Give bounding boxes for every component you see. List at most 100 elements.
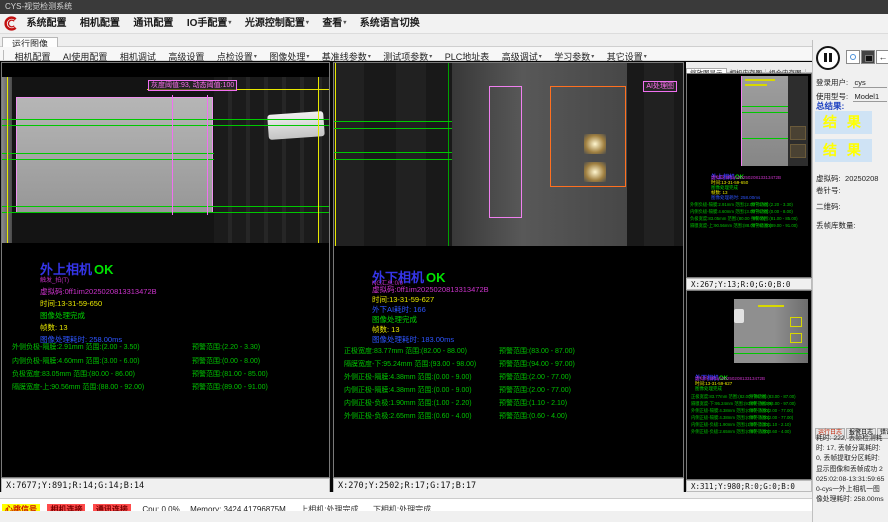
menu-comm-config[interactable]: 通讯配置	[133, 14, 173, 33]
bottom-strip	[0, 511, 812, 522]
capture-time: 时间:13-31-59-650	[40, 298, 102, 309]
app-window: CYS-视觉检测系统 系统配置 相机配置 通讯配置 IO手配置▾ 光源控制配置▾…	[0, 0, 888, 522]
chevron-down-icon: ▾	[306, 54, 309, 60]
chevron-down-icon: ▾	[644, 54, 647, 60]
overlay-pink-vline	[207, 95, 208, 215]
warn-range: 预警范围:(2.20 - 3.30)	[192, 342, 260, 352]
model-value[interactable]: Model1	[853, 92, 887, 102]
chevron-down-icon: ▾	[228, 20, 231, 26]
overlay-green-hline	[2, 125, 329, 126]
measurement: 内侧负极-隔膜:4.60mm 范围:(3.00 - 6.00)	[12, 356, 140, 366]
chevron-down-icon: ▾	[368, 54, 371, 60]
measurement: 外侧正极-隔膜:4.38mm 范围:(0.00 - 9.00)	[344, 372, 472, 382]
mini-texture-blob	[790, 144, 806, 158]
exit-button[interactable]: ←	[876, 50, 888, 64]
camera2-image[interactable]: AI处理图	[334, 63, 683, 246]
elapsed-time: 图像处理耗时: 183.00ms	[372, 334, 454, 345]
log-text[interactable]: 耗时: 222, 丢帧检测耗时: 17, 丢帧分离耗时: 0, 丢帧提取分区耗时…	[816, 434, 886, 505]
mini-warn-range: 预警范围:(2.20 - 3.30)	[751, 202, 793, 208]
measurement: 内侧正极-隔膜:4.38mm 范围:(0.00 - 9.00)	[344, 385, 472, 395]
overlay-green-vline	[448, 63, 449, 246]
camera1-view-panel[interactable]: 灰度阈值:93, 动态阈值:100 外上相机OK 触发_拍(T) 虚拟码:0ff…	[1, 62, 330, 478]
measurement: 正极宽度:83.77mm 范围:(82.00 - 88.00)	[344, 346, 467, 356]
mini-warn-range: 预警范围:(89.00 - 91.00)	[751, 223, 798, 229]
app-logo-icon	[3, 16, 18, 31]
camera2-view-panel[interactable]: AI处理图 外下相机OK NG汇总:0/0 虚拟码:0ff1im20250208…	[333, 62, 684, 478]
tab-strip: 运行图像	[0, 34, 888, 47]
pause-button[interactable]	[816, 46, 840, 70]
mini-warn-range: 预警范围:(2.00 - 77.00)	[749, 415, 793, 421]
mini-info-line: 图像处理完成	[695, 386, 722, 392]
highlight-blob	[584, 162, 606, 182]
menu-system-config[interactable]: 系统配置	[26, 14, 66, 33]
window-titlebar: CYS-视觉检测系统	[0, 0, 888, 14]
frame-count: 帧数: 13	[40, 322, 68, 333]
chevron-down-icon: ▾	[306, 20, 309, 26]
mini-yellow-text-mark	[758, 305, 784, 307]
overlay-green-hline	[334, 152, 452, 153]
overlay-yellow-vline	[335, 63, 336, 246]
lens-icon	[850, 54, 856, 60]
mini-camera2-pixel-caption: X:311;Y:980;R:0;G:0;B:0	[686, 480, 812, 492]
warn-range: 预警范围:(1.10 - 2.10)	[499, 398, 567, 408]
pin-label: 卷针号:	[816, 185, 841, 196]
vcode-label: 虚拟码:	[816, 174, 841, 183]
mini-info-line: 图像处理耗时: 258.00ms	[711, 195, 760, 201]
mini-yellow-box	[790, 317, 802, 327]
warn-range: 预警范围:(0.60 - 4.00)	[499, 411, 567, 421]
mini-yellow-box	[790, 333, 802, 343]
menu-bar: 系统配置 相机配置 通讯配置 IO手配置▾ 光源控制配置▾ 查看▾ 系统语言切换	[0, 14, 888, 34]
camera2-pixel-caption: X:270;Y:2502;R:17;G:17;B:17	[333, 478, 684, 493]
menu-camera-config[interactable]: 相机配置	[80, 14, 120, 33]
sidebar: ← 登录用户: cys 使用型号: Model1 总结果: 结 果 结 果 虚拟…	[812, 40, 888, 522]
mini-tab-strip: 缩放图显示相机内存图组合内存图	[686, 62, 812, 73]
overlay-green-hline	[2, 153, 214, 154]
warn-range: 预警范围:(2.00 - 77.00)	[499, 385, 571, 395]
mini-warn-range: 预警范围:(0.60 - 4.00)	[749, 429, 791, 435]
mini-camera2-panel[interactable]: 外下相机OK 虚拟码:0ff1im2025020813313472B 时间:13…	[686, 290, 812, 480]
mini-camera1-panel[interactable]: 外上相机OK 虚拟码:0ff1im2025020813313472B 时间:13…	[686, 73, 812, 278]
menu-language-switch[interactable]: 系统语言切换	[360, 14, 420, 33]
status-ok: OK	[94, 262, 114, 277]
overlay-green-hline	[2, 159, 214, 160]
camera-icon	[865, 55, 873, 62]
overlay-green-hline	[734, 353, 808, 354]
pause-icon	[824, 53, 827, 62]
pause-icon	[829, 53, 832, 62]
chevron-down-icon: ▾	[254, 54, 257, 60]
warn-range: 预警范围:(94.00 - 97.00)	[499, 359, 575, 369]
chevron-down-icon: ▾	[591, 54, 594, 60]
vcode-row: 虚拟码: 20250208	[816, 168, 878, 186]
measurement: 外侧正极-负极:2.65mm 范围:(0.60 - 4.00)	[344, 411, 472, 421]
status-ok: OK	[426, 270, 446, 285]
warn-range: 预警范围:(0.00 - 8.00)	[192, 356, 260, 366]
mini-warn-range: 预警范围:(83.00 - 87.00)	[749, 394, 796, 400]
highlight-blob	[584, 134, 606, 154]
machine-background	[214, 77, 329, 243]
overlay-green-hline	[334, 128, 452, 129]
lost-frames-label: 丢帧库数量:	[816, 220, 856, 231]
overlay-green-hline	[2, 119, 329, 120]
vcode-value: 20250208	[845, 174, 878, 183]
overlay-yellow-vline	[7, 77, 8, 243]
mini-warn-range: 预警范围:(1.10 - 2.10)	[749, 422, 791, 428]
camera-button[interactable]	[861, 50, 875, 64]
camera1-image[interactable]: 灰度阈值:93, 动态阈值:100	[2, 77, 329, 243]
lens-button[interactable]	[846, 50, 860, 64]
chevron-down-icon: ▾	[343, 20, 346, 26]
menu-io-config[interactable]: IO手配置▾	[187, 14, 232, 33]
result-box-1: 结 果	[815, 111, 872, 134]
chevron-down-icon: ▾	[429, 54, 432, 60]
status-bar: 心跳信号 相机连接 通讯连接 Cpu: 0.0% Memory: 3424.41…	[0, 498, 812, 511]
overlay-green-hline	[334, 159, 452, 160]
overlay-green-hline	[334, 121, 452, 122]
overlay-green-hline	[2, 212, 329, 213]
mini-yellow-text-mark	[745, 84, 767, 86]
measurement: 内侧正极-负极:1.90mm 范围:(1.00 - 2.20)	[344, 398, 472, 408]
ai-image-label: AI处理图	[643, 81, 677, 92]
menu-view[interactable]: 查看▾	[322, 14, 346, 33]
toolbar: 相机配置 AI使用配置 相机调试 高级设置 点检设置▾ 图像处理▾ 基准线参数▾…	[0, 47, 812, 61]
mini-camera1-image	[741, 76, 808, 166]
menu-light-config[interactable]: 光源控制配置▾	[245, 14, 309, 33]
mini-camera2-image	[734, 299, 808, 363]
